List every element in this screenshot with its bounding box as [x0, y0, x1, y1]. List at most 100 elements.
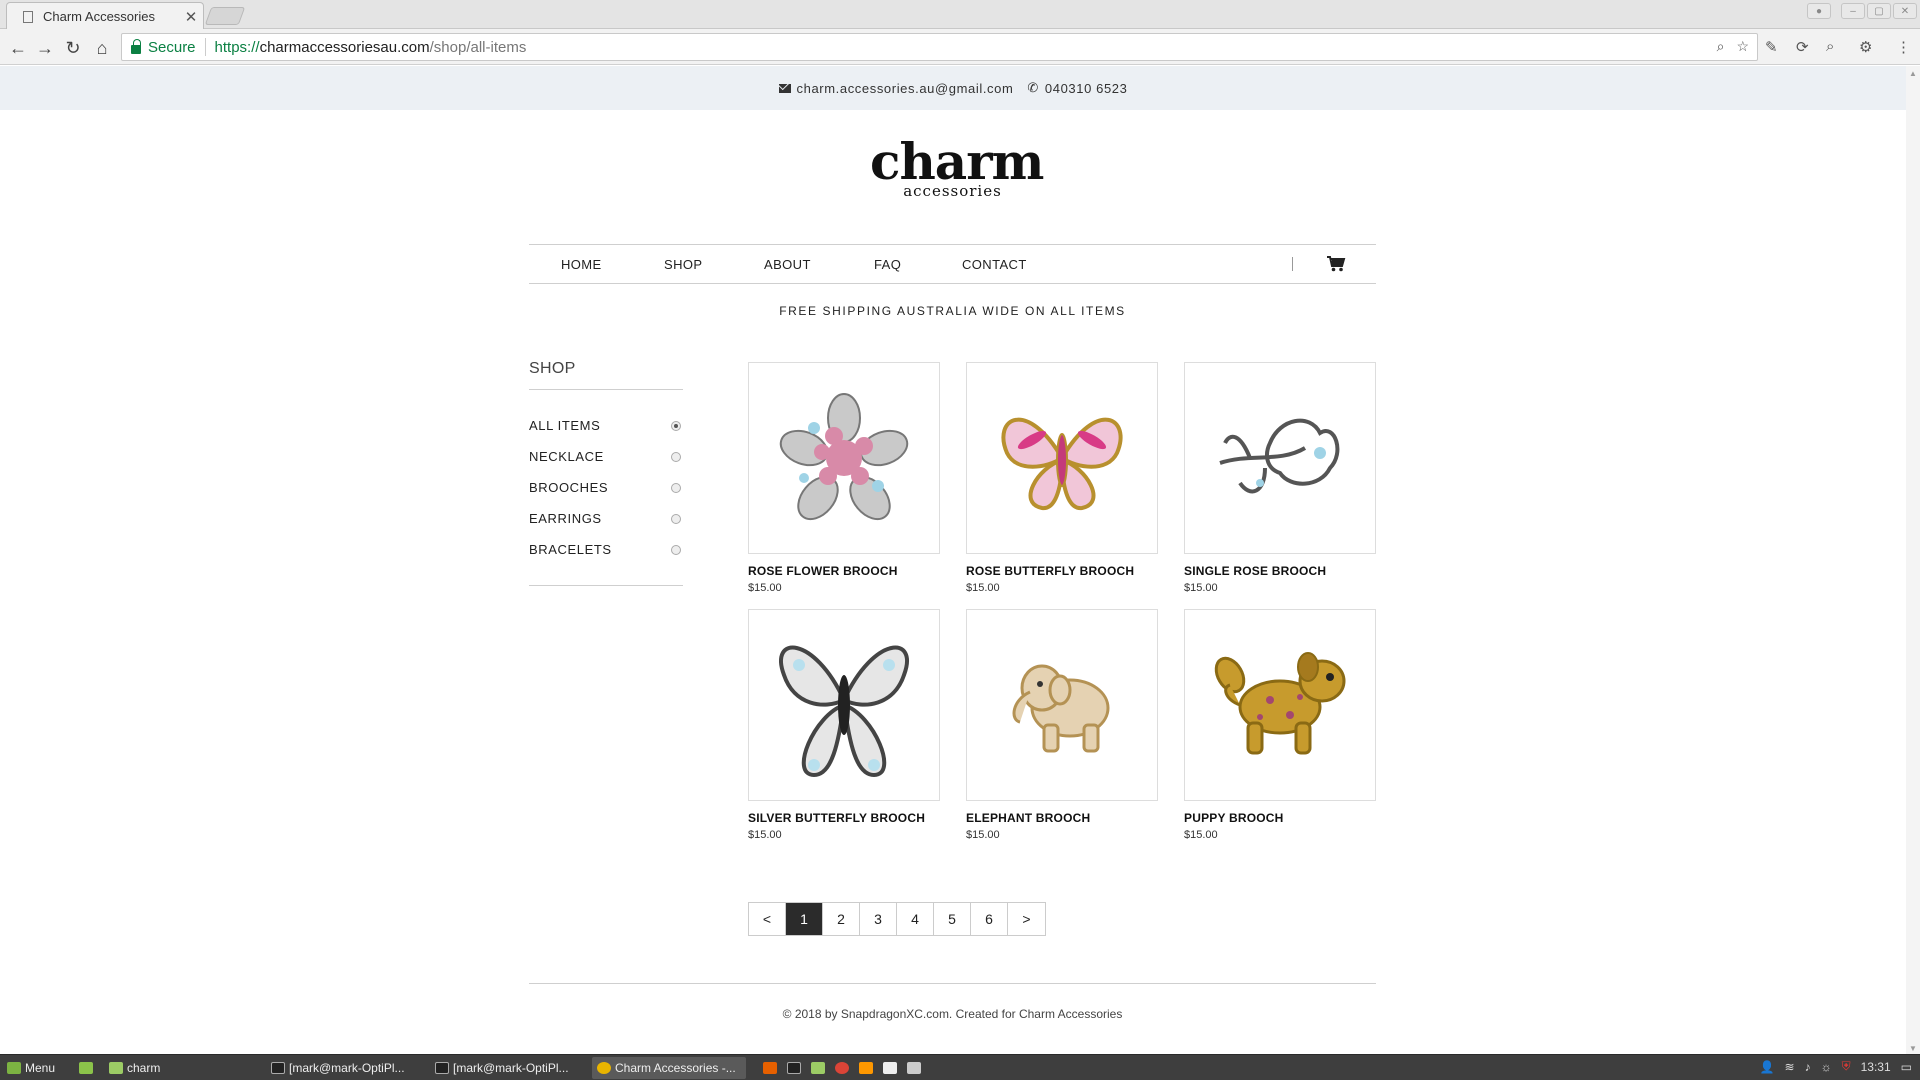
category-bracelets[interactable]: BRACELETS	[529, 534, 683, 565]
new-tab-button[interactable]	[204, 7, 246, 25]
nav-contact[interactable]: CONTACT	[962, 257, 1042, 272]
taskbar-item-chrome[interactable]: Charm Accessories -...	[592, 1057, 746, 1079]
nav-faq[interactable]: FAQ	[874, 257, 914, 272]
category-brooches[interactable]: BROOCHES	[529, 472, 683, 503]
product-name[interactable]: ROSE FLOWER BROOCH	[748, 564, 940, 578]
contact-bar: charm.accessories.au@gmail.com ✆ 040310 …	[0, 66, 1906, 110]
forward-icon[interactable]: →	[34, 37, 56, 59]
start-menu-button[interactable]: Menu	[2, 1057, 60, 1079]
chrome-icon	[597, 1062, 611, 1074]
product-image-rose-flower-brooch[interactable]	[748, 362, 940, 554]
page-5-button[interactable]: 5	[934, 903, 971, 935]
product-card[interactable]: ROSE FLOWER BROOCH $15.00	[748, 362, 940, 594]
url-host: charmaccessoriesau.com	[259, 38, 430, 56]
page-4-button[interactable]: 4	[897, 903, 934, 935]
page-3-button[interactable]: 3	[860, 903, 897, 935]
product-image-elephant-brooch[interactable]	[966, 609, 1158, 801]
search-extension-icon[interactable]: ⌕	[1826, 38, 1834, 55]
nav-home[interactable]: HOME	[561, 257, 621, 272]
category-all-items[interactable]: ALL ITEMS	[529, 410, 683, 441]
bookmark-star-icon[interactable]: ☆	[1736, 38, 1749, 55]
address-bar[interactable]: Secure https://charmaccessoriesau.com/sh…	[121, 33, 1758, 61]
reload-icon[interactable]: ↻	[62, 37, 84, 59]
close-window-button[interactable]: ✕	[1893, 3, 1917, 19]
radio-selected-icon[interactable]	[671, 420, 681, 431]
category-label: BRACELETS	[529, 542, 612, 557]
category-label: ALL ITEMS	[529, 418, 601, 433]
page-2-button[interactable]: 2	[823, 903, 860, 935]
category-necklace[interactable]: NECKLACE	[529, 441, 683, 472]
prev-page-button[interactable]: <	[749, 903, 786, 935]
product-price: $15.00	[748, 582, 782, 594]
minimize-window-button[interactable]: –	[1841, 3, 1865, 19]
maximize-window-button[interactable]: ▢	[1867, 3, 1891, 19]
product-card[interactable]: ROSE BUTTERFLY BROOCH $15.00	[966, 362, 1158, 594]
page-scrollbar[interactable]: ▲ ▼	[1906, 66, 1920, 1056]
category-earrings[interactable]: EARRINGS	[529, 503, 683, 534]
next-page-button[interactable]: >	[1008, 903, 1045, 935]
shopping-cart-icon[interactable]	[1326, 255, 1346, 273]
brightness-icon[interactable]: ☼	[1821, 1060, 1832, 1074]
main-nav: HOME SHOP ABOUT FAQ CONTACT	[529, 244, 1376, 284]
category-label: EARRINGS	[529, 511, 602, 526]
product-price: $15.00	[1184, 582, 1218, 594]
show-desktop-tray-icon[interactable]: ▭	[1901, 1060, 1912, 1074]
product-image-rose-butterfly-brooch[interactable]	[966, 362, 1158, 554]
shield-icon[interactable]: ⛨	[1842, 1059, 1851, 1074]
url-path: /shop/all-items	[429, 38, 527, 56]
text-launcher-icon[interactable]	[902, 1057, 930, 1079]
nav-shop[interactable]: SHOP	[664, 257, 714, 272]
site-logo[interactable]: charm accessories	[870, 137, 1044, 199]
product-name[interactable]: ELEPHANT BROOCH	[966, 811, 1158, 825]
user-icon[interactable]: 👤	[1760, 1060, 1775, 1074]
show-desktop-icon[interactable]	[74, 1057, 102, 1079]
product-name[interactable]: SILVER BUTTERFLY BROOCH	[748, 811, 940, 825]
product-image-single-rose-brooch[interactable]	[1184, 362, 1376, 554]
taskbar-item-charm-folder[interactable]: charm	[104, 1057, 264, 1079]
browser-tab[interactable]: Charm Accessories ✕	[6, 2, 204, 30]
product-card[interactable]: SILVER BUTTERFLY BROOCH $15.00	[748, 609, 940, 841]
profile-icon[interactable]: ●	[1807, 3, 1831, 19]
clock[interactable]: 13:31	[1861, 1060, 1891, 1074]
product-image-puppy-brooch[interactable]	[1184, 609, 1376, 801]
product-card[interactable]: PUPPY BROOCH $15.00	[1184, 609, 1376, 841]
start-menu-label: Menu	[25, 1061, 56, 1075]
browser-menu-icon[interactable]: ⋮	[1896, 38, 1911, 56]
contact-phone[interactable]: 040310 6523	[1045, 81, 1128, 96]
folder-icon	[109, 1062, 123, 1074]
product-card[interactable]: ELEPHANT BROOCH $15.00	[966, 609, 1158, 841]
taskbar-item-terminal-2[interactable]: [mark@mark-OptiPl...	[430, 1057, 590, 1079]
product-card[interactable]: SINGLE ROSE BROOCH $15.00	[1184, 362, 1376, 594]
network-icon[interactable]: ≋	[1785, 1060, 1795, 1074]
product-name[interactable]: PUPPY BROOCH	[1184, 811, 1376, 825]
product-name[interactable]: ROSE BUTTERFLY BROOCH	[966, 564, 1158, 578]
taskbar-item-terminal-1[interactable]: [mark@mark-OptiPl...	[266, 1057, 426, 1079]
phone-icon: ✆	[1027, 80, 1039, 95]
close-tab-icon[interactable]: ✕	[179, 8, 203, 26]
nav-about[interactable]: ABOUT	[764, 257, 824, 272]
sync-extension-icon[interactable]: ⟳	[1796, 38, 1809, 56]
scroll-up-icon[interactable]: ▲	[1909, 69, 1917, 78]
contact-email[interactable]: charm.accessories.au@gmail.com	[797, 81, 1014, 96]
scroll-down-icon[interactable]: ▼	[1909, 1044, 1917, 1053]
url-scheme: https://	[214, 38, 260, 56]
radio-icon[interactable]	[671, 451, 681, 462]
volume-icon[interactable]: ♪	[1805, 1060, 1811, 1074]
product-price: $15.00	[966, 829, 1000, 841]
eyedropper-extension-icon[interactable]: ✎	[1765, 38, 1778, 56]
radio-icon[interactable]	[671, 544, 681, 555]
shipping-announcement: FREE SHIPPING AUSTRALIA WIDE ON ALL ITEM…	[779, 304, 1126, 318]
page-1-button[interactable]: 1	[786, 903, 823, 935]
radio-icon[interactable]	[671, 513, 681, 524]
zoom-icon[interactable]: ⌕	[1717, 38, 1725, 55]
pagination: < 1 2 3 4 5 6 >	[748, 902, 1046, 936]
page-6-button[interactable]: 6	[971, 903, 1008, 935]
settings-extension-icon[interactable]: ⚙	[1859, 38, 1872, 56]
product-price: $15.00	[748, 829, 782, 841]
product-image-silver-butterfly-brooch[interactable]	[748, 609, 940, 801]
radio-icon[interactable]	[671, 482, 681, 493]
product-name[interactable]: SINGLE ROSE BROOCH	[1184, 564, 1376, 578]
mint-logo-icon	[7, 1062, 21, 1074]
back-icon[interactable]: ←	[7, 37, 29, 59]
home-icon[interactable]: ⌂	[91, 37, 113, 59]
